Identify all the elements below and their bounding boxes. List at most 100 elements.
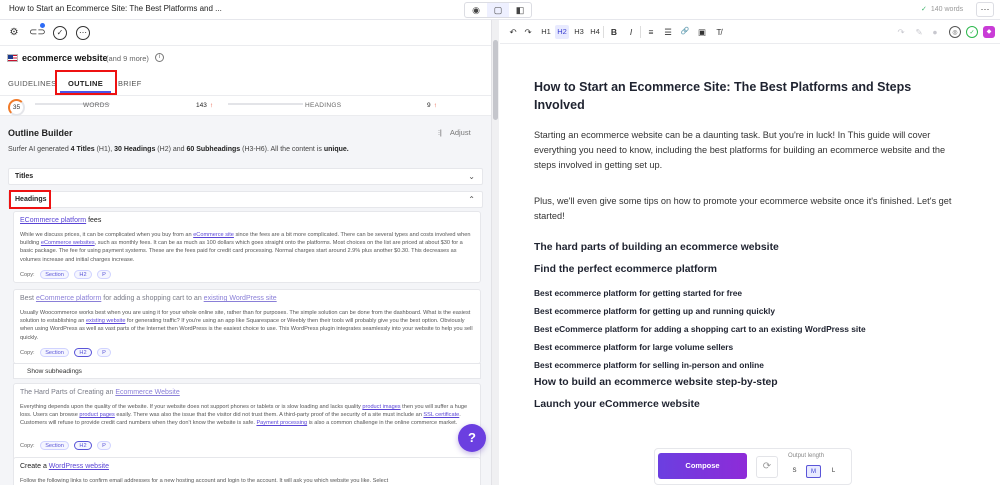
- card-heading: Create a WordPress website: [20, 463, 109, 470]
- ordered-list-icon[interactable]: ≡: [645, 25, 657, 39]
- settings-gear-icon[interactable]: ⚙: [7, 26, 21, 40]
- document-title[interactable]: How to Start an Ecommerce Site: The Best…: [9, 4, 222, 13]
- editor-h3[interactable]: Best ecommerce platform for getting star…: [534, 288, 742, 298]
- heading-4-button[interactable]: H4: [588, 25, 602, 39]
- chevron-up-icon: ⌃: [468, 195, 475, 204]
- sidebar-toggle-icon[interactable]: ◧: [509, 3, 531, 17]
- italic-button[interactable]: I: [625, 25, 637, 39]
- preview-eye-icon[interactable]: ◉: [465, 3, 487, 17]
- surfer-extension-icon[interactable]: ◆: [983, 26, 995, 38]
- highlight-box-headings: [9, 190, 51, 209]
- panel-tabs: GUIDELINES OUTLINE BRIEF: [0, 70, 491, 96]
- info-icon[interactable]: i: [155, 53, 164, 62]
- content-stats: 35 WORDS 143 ↑ HEADINGS 9 ↑: [0, 96, 491, 116]
- copy-p-button[interactable]: P: [97, 441, 111, 450]
- editor-h2[interactable]: The hard parts of building an ecommerce …: [534, 242, 779, 253]
- card-paragraph: Usually Woocommerce works best when you …: [20, 310, 473, 341]
- toolbar-divider: [640, 26, 641, 38]
- dot-icon: ●: [932, 27, 938, 37]
- redo-icon[interactable]: ↷: [522, 25, 534, 39]
- bullet-list-icon[interactable]: ☰: [662, 25, 674, 39]
- clear-format-icon[interactable]: T̸: [713, 25, 725, 39]
- length-small-button[interactable]: S: [787, 465, 802, 478]
- copy-section-button[interactable]: Section: [40, 270, 69, 279]
- heading-3-button[interactable]: H3: [572, 25, 586, 39]
- copy-row: Copy: Section H2 P: [20, 441, 111, 450]
- tab-brief[interactable]: BRIEF: [118, 79, 142, 88]
- copy-h2-button[interactable]: H2: [74, 441, 92, 450]
- image-icon[interactable]: ▣: [696, 25, 708, 39]
- link-icon[interactable]: 🔗: [679, 25, 691, 39]
- main-keyword: ecommerce website: [22, 53, 108, 63]
- arrow-icon: ↷: [897, 27, 905, 37]
- copy-p-button[interactable]: P: [97, 270, 111, 279]
- panel-icon-row: ⚙ ⊂⊃ ✓ ⋯: [0, 20, 491, 46]
- output-length-label: Output length: [788, 453, 825, 459]
- chevron-down-icon: ⌄: [468, 172, 475, 181]
- keyword-more[interactable]: (and 9 more): [106, 54, 149, 63]
- toolbar-divider: [603, 26, 604, 38]
- card-paragraph: Follow the following links to confirm em…: [20, 478, 389, 484]
- headings-value: 9 ↑: [427, 102, 437, 109]
- outline-card[interactable]: Best eCommerce platform for adding a sho…: [13, 289, 481, 364]
- tab-guidelines[interactable]: GUIDELINES: [8, 79, 56, 88]
- compose-button[interactable]: Compose: [658, 453, 747, 479]
- editor-toolbar: ↶ ↷ H1 H2 H3 H4 B I ≡ ☰ 🔗 ▣ T̸ ↷ ✎ ● ◎ ✓…: [500, 20, 1000, 44]
- check-circle-icon[interactable]: ✓: [53, 26, 67, 40]
- editor-h3[interactable]: Best ecommerce platform for getting up a…: [534, 306, 775, 316]
- sliders-icon: ⫶|: [438, 128, 442, 137]
- extension-circle-icon[interactable]: ◎: [949, 26, 961, 38]
- help-button[interactable]: ?: [458, 424, 486, 452]
- us-flag-icon: [7, 54, 18, 62]
- headings-bar: [228, 103, 303, 105]
- editor-h2[interactable]: Launch your eCommerce website: [534, 399, 700, 410]
- editor-paragraph[interactable]: Starting an ecommerce website can be a d…: [534, 128, 964, 173]
- editor-paragraph[interactable]: Plus, we'll even give some tips on how t…: [534, 194, 964, 224]
- copy-section-button[interactable]: Section: [40, 348, 69, 357]
- outline-card[interactable]: Create a WordPress website Follow the fo…: [13, 457, 481, 485]
- left-panel-scrollbar[interactable]: [491, 20, 499, 485]
- heading-1-button[interactable]: H1: [539, 25, 553, 39]
- editor-h3[interactable]: Best eCommerce platform for adding a sho…: [534, 324, 866, 334]
- pen-icon: ✎: [915, 27, 923, 37]
- copy-h2-button[interactable]: H2: [74, 270, 92, 279]
- outline-builder-title: Outline Builder: [8, 128, 73, 138]
- words-label: WORDS: [83, 102, 110, 109]
- keyword-row[interactable]: ecommerce website (and 9 more) i: [0, 46, 491, 70]
- refresh-icon[interactable]: ⟳: [756, 456, 778, 478]
- words-value: 143 ↑: [196, 102, 214, 109]
- check-icon: ✓: [921, 6, 927, 13]
- length-medium-button[interactable]: M: [806, 465, 821, 478]
- outline-panel: ⚙ ⊂⊃ ✓ ⋯ ecommerce website (and 9 more) …: [0, 20, 491, 485]
- heading-2-button[interactable]: H2: [555, 25, 569, 39]
- adjust-button[interactable]: ⫶| Adjust: [438, 128, 471, 138]
- shield-check-icon[interactable]: ✓: [966, 26, 978, 38]
- copy-p-button[interactable]: P: [97, 348, 111, 357]
- undo-icon[interactable]: ↶: [507, 25, 519, 39]
- editor-h3[interactable]: Best ecommerce platform for selling in-p…: [534, 360, 764, 370]
- notification-dot: [40, 23, 45, 28]
- length-large-button[interactable]: L: [826, 465, 841, 478]
- outline-description: Surfer AI generated 4 Titles (H1), 30 He…: [8, 146, 349, 153]
- headings-section[interactable]: Headings ⌃: [8, 191, 483, 208]
- editor-h3[interactable]: Best ecommerce platform for large volume…: [534, 342, 733, 352]
- highlight-box-outline-tab: [55, 70, 117, 95]
- copy-section-button[interactable]: Section: [40, 441, 69, 450]
- card-heading: Best eCommerce platform for adding a sho…: [20, 295, 277, 302]
- show-subheadings-toggle[interactable]: Show subheadings: [13, 363, 481, 379]
- link-share-icon[interactable]: ⊂⊃: [29, 26, 46, 40]
- more-circle-icon[interactable]: ⋯: [76, 26, 90, 40]
- outline-card[interactable]: ECommerce platform fees While we discuss…: [13, 211, 481, 283]
- split-editor-icon[interactable]: ▢: [487, 3, 509, 17]
- card-heading: ECommerce platform fees: [20, 217, 102, 224]
- word-count: ✓ 140 words: [921, 6, 964, 13]
- editor-h2[interactable]: Find the perfect ecommerce platform: [534, 264, 717, 275]
- content-score: 35: [8, 99, 25, 116]
- bold-button[interactable]: B: [608, 25, 620, 39]
- more-options-button[interactable]: ⋯: [976, 2, 994, 17]
- editor-h2[interactable]: How to build an ecommerce website step-b…: [534, 377, 778, 388]
- copy-h2-button[interactable]: H2: [74, 348, 92, 357]
- scrollbar-thumb[interactable]: [493, 40, 498, 120]
- editor-h1[interactable]: How to Start an Ecommerce Site: The Best…: [534, 78, 954, 114]
- titles-section[interactable]: Titles ⌄: [8, 168, 483, 185]
